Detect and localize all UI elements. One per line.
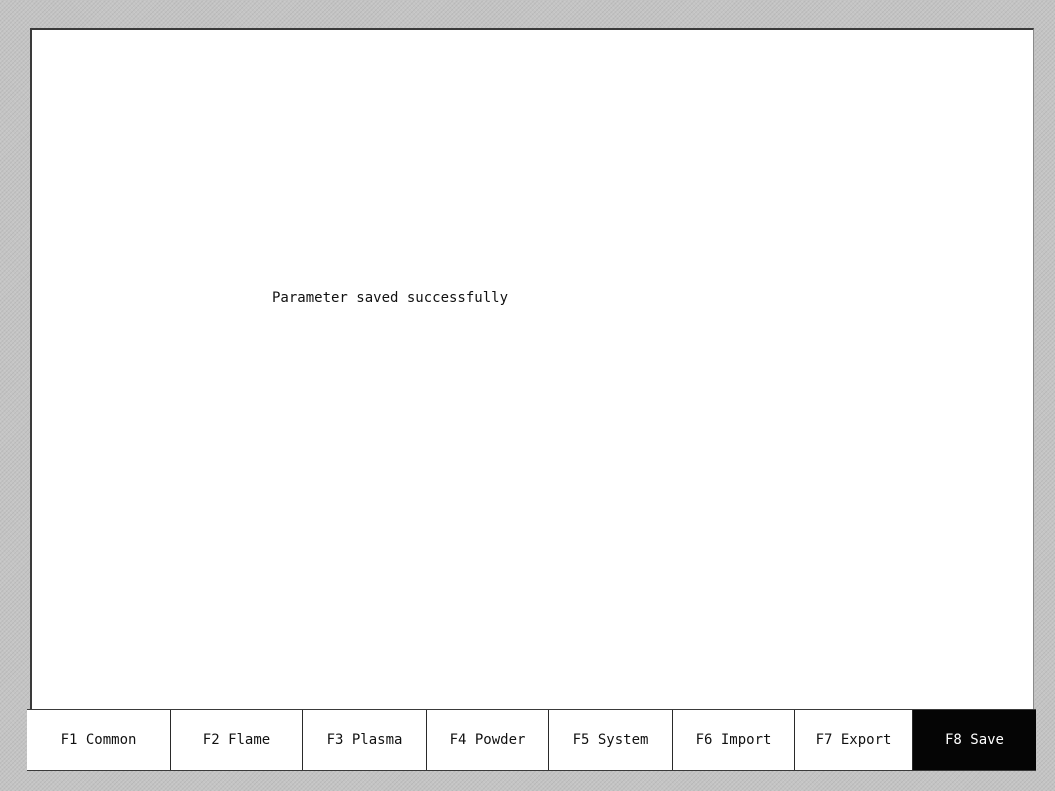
- f2-flame-button[interactable]: F2 Flame: [171, 710, 303, 770]
- f3-plasma-button[interactable]: F3 Plasma: [303, 710, 427, 770]
- f5-system-button[interactable]: F5 System: [549, 710, 673, 770]
- f8-save-button[interactable]: F8 Save: [913, 710, 1036, 770]
- status-message: Parameter saved successfully: [272, 290, 509, 306]
- f1-common-button[interactable]: F1 Common: [27, 710, 171, 770]
- f4-powder-button[interactable]: F4 Powder: [427, 710, 549, 770]
- function-key-bar: F1 Common F2 Flame F3 Plasma F4 Powder F…: [27, 709, 1036, 771]
- main-display-panel: Parameter saved successfully: [30, 28, 1034, 709]
- f7-export-button[interactable]: F7 Export: [795, 710, 913, 770]
- f6-import-button[interactable]: F6 Import: [673, 710, 795, 770]
